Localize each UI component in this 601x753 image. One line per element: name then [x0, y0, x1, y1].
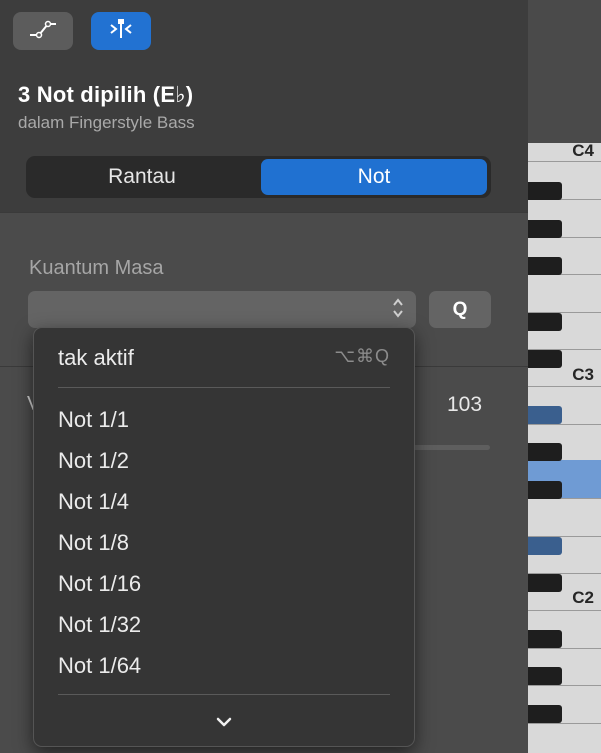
key-label-c2: C2	[572, 588, 594, 607]
menu-item-note-1-1[interactable]: Not 1/1	[58, 407, 129, 433]
quantize-button[interactable]: Q	[429, 291, 491, 328]
key-label-c3: C3	[572, 365, 594, 384]
automation-button[interactable]	[13, 12, 73, 50]
black-key	[528, 220, 562, 238]
white-key-border	[528, 610, 601, 611]
menu-item-note-1-2[interactable]: Not 1/2	[58, 448, 129, 474]
black-key	[528, 443, 562, 461]
black-key	[528, 667, 562, 685]
quantize-dropdown-menu: tak aktif ⌥⌘Q Not 1/1 Not 1/2 Not 1/4 No…	[33, 327, 415, 747]
menu-item-note-1-32[interactable]: Not 1/32	[58, 612, 141, 638]
time-quantize-label: Kuantum Masa	[29, 257, 164, 279]
velocity-value: 103	[447, 393, 483, 416]
split-notes-icon	[107, 17, 135, 46]
chevron-down-icon[interactable]	[212, 710, 236, 734]
menu-item-note-1-8[interactable]: Not 1/8	[58, 530, 129, 556]
key-label-c4: C4	[572, 143, 594, 160]
menu-separator	[58, 694, 390, 695]
time-quantize-select[interactable]	[28, 291, 416, 328]
region-note-segmented-control: Rantau Not	[26, 156, 491, 198]
split-notes-button[interactable]	[91, 12, 151, 50]
white-key-border	[528, 648, 601, 649]
black-key	[528, 182, 562, 200]
white-key-border	[528, 723, 601, 724]
segment-not[interactable]: Not	[261, 159, 487, 195]
black-key	[528, 350, 562, 368]
highlighted-black-key	[528, 537, 562, 555]
menu-item-note-1-4[interactable]: Not 1/4	[58, 489, 129, 515]
section-divider	[0, 212, 528, 213]
piano-keyboard[interactable]: C4 C3 C2	[528, 143, 601, 753]
black-key	[528, 705, 562, 723]
selection-title: 3 Not dipilih (E♭)	[18, 82, 194, 107]
black-key	[528, 257, 562, 275]
highlighted-black-key	[528, 406, 562, 424]
black-key	[528, 630, 562, 648]
black-key	[528, 481, 562, 499]
updown-chevron-icon	[392, 295, 404, 323]
white-key-border	[528, 685, 601, 686]
white-key-border	[528, 161, 601, 162]
automation-curve-icon	[28, 19, 58, 44]
segment-rantau[interactable]: Rantau	[26, 156, 258, 198]
selection-subtitle: dalam Fingerstyle Bass	[18, 113, 195, 132]
black-key	[528, 313, 562, 331]
menu-item-note-1-16[interactable]: Not 1/16	[58, 571, 141, 597]
white-key-border	[528, 386, 601, 387]
black-key	[528, 574, 562, 592]
menu-item-note-1-64[interactable]: Not 1/64	[58, 653, 141, 679]
menu-shortcut: ⌥⌘Q	[334, 346, 390, 366]
menu-separator	[58, 387, 390, 388]
white-key-border	[528, 424, 601, 425]
menu-item-off[interactable]: tak aktif	[58, 345, 134, 371]
